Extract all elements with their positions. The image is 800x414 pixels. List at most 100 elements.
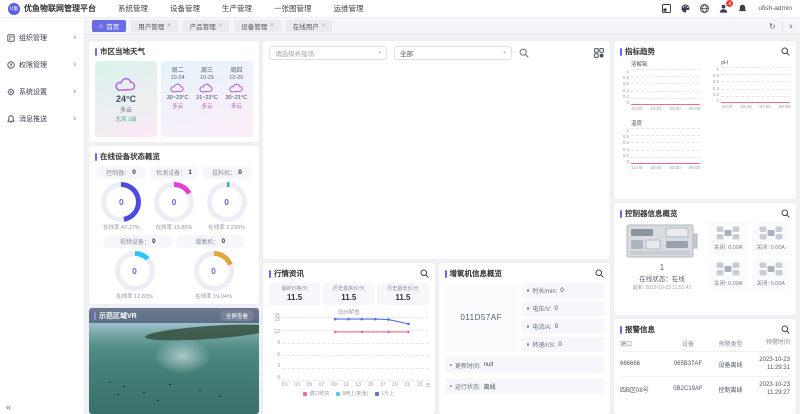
forecast-day: 周三 10-25 31~23°C 多云 xyxy=(192,65,221,133)
tick-label: 02:00 xyxy=(759,104,771,109)
grid-layout-icon[interactable] xyxy=(594,48,604,58)
tab-label: 产品管理 xyxy=(189,24,216,31)
message-user-icon[interactable]: 6 xyxy=(718,0,734,14)
bullet-dot xyxy=(526,343,530,346)
tab-menu-chevron-icon[interactable]: ∨ xyxy=(789,23,793,30)
table-row[interactable]: 666666 065B37AF 设备离线 2023-10-23 11:29:31 xyxy=(620,351,790,376)
relay-status-label: 关闭: 0.00A xyxy=(756,244,785,251)
menu-item-production[interactable]: 生产管理 xyxy=(222,3,252,14)
app-window: U鱼 优鱼物联网管理平台 系统管理 设备管理 生产管理 一张图管理 运维管理 6 xyxy=(0,0,800,414)
col-header-pond: 塘口 xyxy=(620,342,633,348)
legend-item[interactable]: 8两上(新鱼) xyxy=(336,390,368,397)
legend-swatch xyxy=(303,391,308,396)
market-series-svg xyxy=(333,317,410,334)
donut-value: 0 xyxy=(224,197,229,207)
mini-chart-title: 温度 xyxy=(631,121,643,127)
tab-home[interactable]: ⌂ 首页 xyxy=(92,20,127,32)
layout-toggle-icon[interactable] xyxy=(661,4,671,14)
y-ticks: 1 0.8 0.6 0.4 0.2 0 xyxy=(620,128,631,164)
donut-feeder: 0 在线率 2.239% xyxy=(201,182,253,231)
tick-label: 0.8 xyxy=(622,75,629,81)
search-icon[interactable] xyxy=(519,48,529,58)
legend-item[interactable]: 1斤上 xyxy=(375,390,394,397)
search-icon[interactable] xyxy=(781,47,790,56)
tick-label: 0.2 xyxy=(712,91,719,97)
counter-feeder: 投料机： 0 xyxy=(202,166,252,179)
menu-item-system[interactable]: 系统管理 xyxy=(118,3,148,14)
tick-label: 17 xyxy=(380,382,386,388)
app-logo[interactable]: U鱼 xyxy=(8,2,20,15)
cell-time: 2023-10-23 11:29:31 xyxy=(759,357,790,372)
navbar-right: 6 ufish-admin xyxy=(661,0,792,14)
scope-select[interactable]: 全部 ▾ xyxy=(394,46,512,60)
close-icon[interactable]: × xyxy=(167,23,171,29)
relay-grid: 关闭: 0.00A 关闭: 0.00A 关闭: 0.00A 关闭: 0.00A xyxy=(709,222,790,291)
forecast-desc: 多云 xyxy=(230,104,242,110)
sidebar-item-permission[interactable]: 权限管理 ∨ xyxy=(0,51,84,78)
relay-cell[interactable]: 关闭: 0.00A xyxy=(709,222,748,255)
x-ticks: 12:00 19:00 02:00 09:00 xyxy=(721,104,790,109)
theme-palette-icon[interactable] xyxy=(680,4,690,14)
menu-item-map[interactable]: 一张图管理 xyxy=(274,3,312,14)
top-menu: 系统管理 设备管理 生产管理 一张图管理 运维管理 xyxy=(118,3,364,14)
search-icon[interactable] xyxy=(419,269,429,278)
search-icon[interactable] xyxy=(781,209,790,218)
gridline xyxy=(631,156,700,158)
center-bottom-row: 行情资讯 最新价格/元 11.5 历史最高价/元 11.5 历史最低价/元 11.5 xyxy=(263,263,610,414)
close-icon[interactable]: × xyxy=(219,23,223,29)
search-icon[interactable] xyxy=(781,325,790,334)
tab-user-management[interactable]: 用户管理 × xyxy=(131,20,178,32)
tick-label: 12 xyxy=(274,328,280,335)
caret-down-icon: ▾ xyxy=(503,50,506,56)
sidebar-item-organization[interactable]: 组织管理 ∨ xyxy=(0,24,84,51)
forecast-range: 30~23°C xyxy=(166,95,189,101)
tab-online-users[interactable]: 在线用户 × xyxy=(285,20,333,32)
counter-row-1: 控制器： 0 检测设备： 1 投料机： 0 xyxy=(96,166,252,179)
language-globe-icon[interactable] xyxy=(699,4,709,14)
current-wind: 北风 1级 xyxy=(115,116,137,123)
refresh-icon[interactable]: ↻ xyxy=(769,22,776,31)
sidebar-item-message-push[interactable]: 消息推送 ∨ xyxy=(0,105,84,132)
gridline xyxy=(631,142,700,144)
menu-item-ops[interactable]: 运维管理 xyxy=(334,3,364,14)
data-point-marker xyxy=(407,330,410,334)
donut-value: 0 xyxy=(171,197,177,207)
x-ticks: 12:00 19:00 02:00 09:00 xyxy=(631,106,700,111)
chevron-down-icon: ∨ xyxy=(72,116,77,122)
aerator-device-id[interactable]: 011D57AF xyxy=(444,283,518,352)
menu-item-device[interactable]: 设备管理 xyxy=(170,3,200,14)
relay-cell[interactable]: 关闭: 0.00A xyxy=(751,258,790,291)
farm-select[interactable]: 请选择养殖场 ▾ xyxy=(269,46,387,60)
stat-highest-price: 历史最高价/元 11.5 xyxy=(323,283,375,305)
close-icon[interactable]: × xyxy=(270,23,274,29)
relay-cell[interactable]: 关闭: 0.00A xyxy=(709,258,748,291)
current-username[interactable]: ufish-admin xyxy=(758,5,792,12)
controller-count: 1 xyxy=(659,263,665,272)
sidebar-collapse-icon[interactable]: « xyxy=(6,402,11,412)
bell-icon[interactable] xyxy=(737,4,747,14)
weather-current: 24°C 多云 北风 1级 xyxy=(95,61,157,137)
donut-value: 0 xyxy=(211,266,216,276)
data-point-marker xyxy=(360,330,364,334)
cell-type: 设备离线 xyxy=(718,362,743,369)
tab-product-management[interactable]: 产品管理 × xyxy=(182,20,230,32)
weather-card: 市区当地天气 24°C 多云 北风 1级 周二 10-24 30~23°C 多云… xyxy=(89,41,259,142)
tick-label: 01 xyxy=(282,382,288,388)
search-icon[interactable] xyxy=(595,269,604,278)
x-axis-unit: 日 xyxy=(425,383,431,389)
sidebar-item-settings[interactable]: 系统设置 ∨ xyxy=(0,78,84,105)
gridline xyxy=(721,74,790,76)
tab-device-management[interactable]: 设备管理 × xyxy=(234,20,281,32)
forecast-date: 10-24 xyxy=(170,75,185,81)
close-icon[interactable]: × xyxy=(322,23,326,29)
fullscreen-view-button[interactable]: 全屏查看 xyxy=(219,310,254,321)
card-title-vr: 示范区域VR xyxy=(94,311,137,321)
vr-photo[interactable] xyxy=(89,308,259,414)
map-filter-card: 请选择养殖场 ▾ 全部 ▾ xyxy=(263,41,610,259)
tick-label: 19 xyxy=(392,382,398,388)
gridline xyxy=(631,128,700,129)
table-row[interactable]: 四B区08号 0B2C19AF 控制离线 2023-10-23 11:29:27 xyxy=(620,376,790,401)
legend-item[interactable]: 塘口统货 xyxy=(303,390,329,397)
relay-cell[interactable]: 关闭: 0.00A xyxy=(751,222,790,255)
tick-label: 0.4 xyxy=(712,85,719,91)
